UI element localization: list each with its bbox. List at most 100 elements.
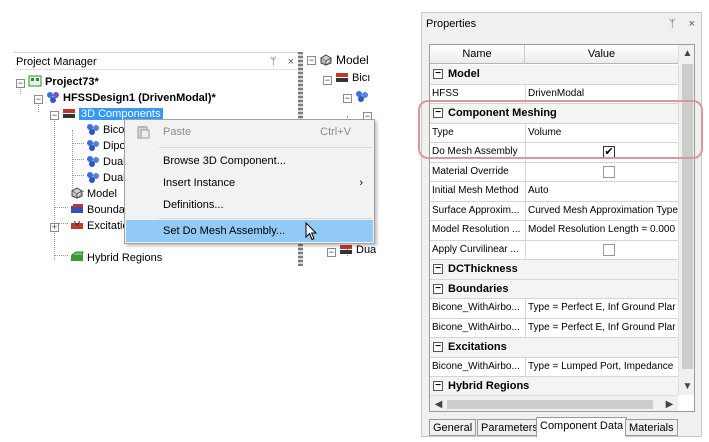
property-row[interactable]: Material Override (430, 162, 678, 182)
paste-icon (137, 126, 150, 139)
component-icon (87, 172, 99, 183)
collapse-project-toggle[interactable]: − (16, 79, 25, 88)
component-icon (87, 124, 99, 135)
collapse-model-child-toggle[interactable]: − (343, 94, 352, 103)
expand-excitations-toggle[interactable]: + (50, 223, 59, 232)
menu-item-set-do-mesh-assembly[interactable]: Set Do Mesh Assembly... (126, 220, 373, 242)
horizontal-scrollbar[interactable]: ◀ ▶ (430, 395, 678, 411)
scroll-up-icon[interactable]: ▲ (679, 45, 694, 62)
vertical-scroll-thumb[interactable] (682, 64, 693, 369)
property-checkbox[interactable] (603, 165, 615, 178)
property-row[interactable]: Bicone_WithAirbo... Type = Lumped Port, I… (430, 357, 678, 377)
property-value[interactable]: Type = Perfect E, Inf Ground Plar (525, 299, 678, 318)
property-row[interactable]: HFSS DrivenModal (430, 84, 678, 104)
property-value[interactable]: Volume (525, 123, 678, 142)
excitations-label: Excitatio (87, 220, 129, 232)
property-row[interactable]: Model Resolution ... Model Resolution Len… (430, 221, 678, 241)
model-tree-item-label: Dua (356, 244, 377, 256)
menu-separator (159, 218, 372, 219)
model-node[interactable]: Model (70, 186, 117, 202)
tab-materials[interactable]: Materials (625, 419, 678, 436)
hybrid-regions-node[interactable]: Hybrid Regions (70, 250, 162, 266)
property-value-checkbox-cell[interactable] (525, 162, 678, 181)
property-row[interactable]: Do Mesh Assembly ✔ (430, 143, 678, 163)
scroll-left-icon[interactable]: ◀ (430, 396, 447, 411)
project-node[interactable]: Project73* (28, 74, 99, 90)
property-group-row[interactable]: − Component Meshing (430, 104, 678, 124)
property-group-row[interactable]: − Excitations (430, 338, 678, 358)
close-icon[interactable]: × (288, 56, 294, 68)
pin-icon[interactable]: ᛘ (669, 18, 676, 30)
menu-item-paste[interactable]: Paste Ctrl+V (126, 121, 373, 143)
design-node[interactable]: HFSSDesign1 (DrivenModal)* (46, 90, 216, 106)
hfss-design-icon (47, 92, 59, 103)
property-group-label: Excitations (448, 341, 507, 353)
boundaries-node[interactable]: Boundari (70, 202, 131, 218)
excitations-node[interactable]: Excitatio (70, 218, 129, 234)
property-group-row[interactable]: − DCThickness (430, 260, 678, 280)
collapse-components-toggle[interactable]: − (50, 111, 59, 120)
model-tree-item[interactable]: Dua (339, 242, 376, 258)
property-row[interactable]: Apply Curvilinear ... (430, 240, 678, 260)
grid-header: Name Value (430, 45, 678, 64)
scroll-right-icon[interactable]: ▶ (661, 396, 678, 411)
property-name: Type (432, 126, 454, 138)
hybrid-regions-icon (71, 251, 84, 261)
menu-item-insert-instance[interactable]: Insert Instance › (126, 172, 373, 194)
close-icon[interactable]: × (689, 18, 695, 30)
property-name: Apply Curvilinear ... (432, 243, 519, 255)
property-value[interactable]: DrivenModal (525, 84, 678, 103)
tab-component-data[interactable]: Component Data (536, 417, 628, 437)
property-value[interactable]: Auto (525, 182, 678, 201)
property-name: Bicone_WithAirbo... (432, 302, 520, 313)
name-column-header[interactable]: Name (430, 45, 525, 64)
property-row[interactable]: Initial Mesh Method Auto (430, 182, 678, 202)
model-label: Model (87, 188, 117, 200)
collapse-design-toggle[interactable]: − (34, 95, 43, 104)
property-group-row[interactable]: − Boundaries (430, 279, 678, 299)
scroll-down-icon[interactable]: ▼ (679, 378, 694, 395)
menu-item-paste-label: Paste (163, 126, 192, 138)
model-tree-root[interactable]: Model (319, 52, 369, 68)
property-group-row[interactable]: − Hybrid Regions (430, 377, 678, 397)
property-value[interactable]: Type = Lumped Port, Impedance (525, 357, 678, 376)
property-row[interactable]: Bicone_WithAirbo... Type = Perfect E, Inf… (430, 318, 678, 338)
property-checkbox[interactable]: ✔ (603, 146, 615, 158)
tab-general[interactable]: General (429, 419, 477, 436)
vertical-scrollbar[interactable]: ▲ ▼ (678, 45, 694, 395)
property-group-row[interactable]: − Model (430, 65, 678, 85)
project-label: Project73* (45, 76, 99, 88)
menu-item-browse-3d-component[interactable]: Browse 3D Component... (126, 150, 373, 172)
property-row[interactable]: Bicone_WithAirbo... Type = Perfect E, Inf… (430, 299, 678, 319)
property-value-checkbox-cell[interactable]: ✔ (525, 143, 678, 162)
model-icon (320, 54, 332, 66)
menu-item-definitions[interactable]: Definitions... (126, 194, 373, 216)
property-value[interactable]: Curved Mesh Approximation Type (525, 201, 678, 220)
property-name: Do Mesh Assembly (432, 146, 518, 157)
context-menu: Paste Ctrl+V Browse 3D Component... Inse… (124, 119, 375, 244)
component-folder-icon (336, 73, 348, 82)
collapse-model-child-toggle[interactable]: − (323, 76, 332, 85)
horizontal-scroll-thumb[interactable] (447, 400, 653, 409)
menu-item-set-mesh-label: Set Do Mesh Assembly... (163, 225, 286, 237)
property-checkbox[interactable] (603, 243, 615, 256)
hybrid-regions-label: Hybrid Regions (87, 252, 163, 264)
collapse-model-toggle[interactable]: − (307, 56, 316, 65)
property-value-checkbox-cell[interactable] (525, 240, 678, 259)
collapse-model-child-toggle[interactable]: − (327, 248, 336, 257)
component-item[interactable]: Dipol (86, 138, 128, 154)
property-group-label: Boundaries (448, 282, 509, 295)
design-label: HFSSDesign1 (DrivenModal)* (63, 92, 216, 104)
model-tree-item[interactable]: Bicı (335, 70, 370, 86)
model-tree-root-label: Model (336, 53, 369, 67)
property-row[interactable]: Type Volume (430, 123, 678, 143)
component-icon (87, 140, 99, 151)
property-group-label: DCThickness (448, 263, 518, 275)
property-value[interactable]: Model Resolution Length = 0.000 (525, 221, 678, 240)
pin-icon[interactable]: ᛘ (270, 56, 277, 68)
value-column-header[interactable]: Value (525, 45, 678, 64)
tab-parameters[interactable]: Parameters (477, 419, 542, 436)
submenu-arrow-icon: › (359, 177, 363, 189)
property-value[interactable]: Type = Perfect E, Inf Ground Plar (525, 318, 678, 337)
property-row[interactable]: Surface Approxim... Curved Mesh Approxima… (430, 201, 678, 221)
